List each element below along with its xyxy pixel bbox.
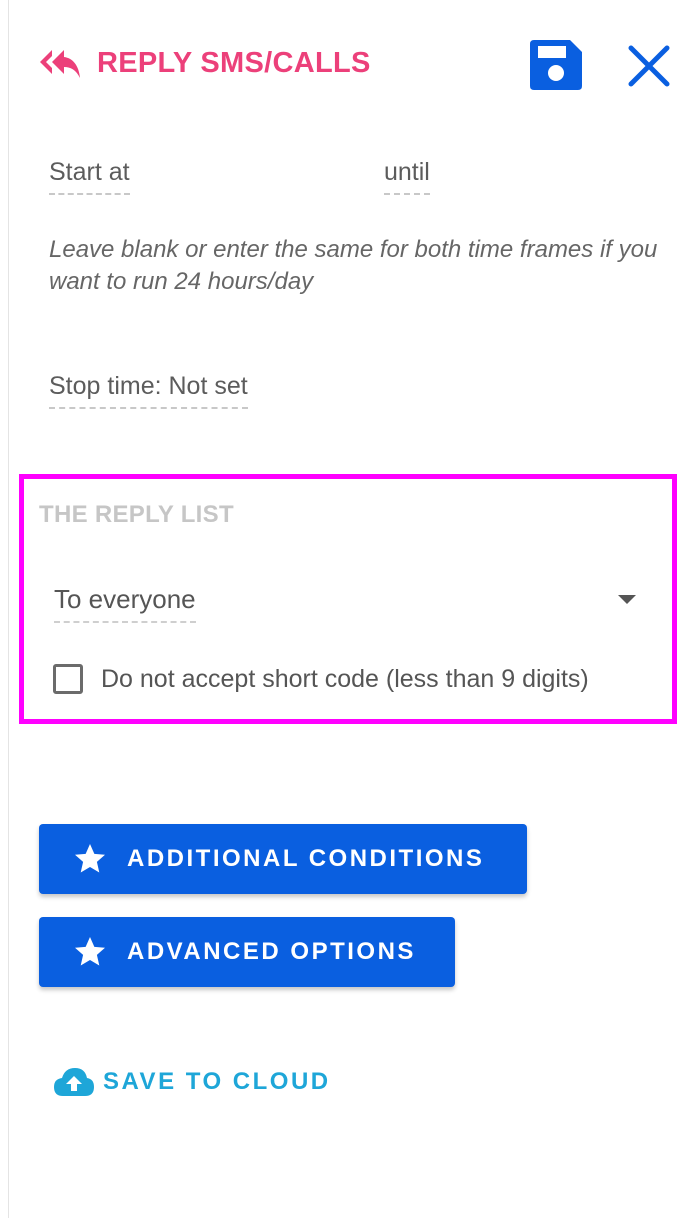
reply-all-icon[interactable]	[38, 44, 82, 84]
advanced-options-label: ADVANCED OPTIONS	[127, 938, 416, 965]
stop-time-field[interactable]: Stop time: Not set	[49, 372, 248, 409]
reply-list-title: THE REPLY LIST	[39, 501, 234, 528]
floppy-disk-icon[interactable]	[530, 40, 582, 90]
star-icon	[75, 844, 105, 873]
left-divider	[8, 0, 9, 1218]
chevron-down-icon[interactable]	[612, 589, 642, 609]
save-to-cloud-label: SAVE TO CLOUD	[103, 1068, 331, 1095]
until-time-field[interactable]: until	[384, 158, 430, 195]
short-code-checkbox-label[interactable]: Do not accept short code (less than 9 di…	[101, 665, 589, 694]
reply-list-dropdown[interactable]: To everyone	[54, 584, 196, 623]
start-time-field[interactable]: Start at	[49, 158, 130, 195]
advanced-options-button[interactable]: ADVANCED OPTIONS	[39, 917, 455, 987]
additional-conditions-label: ADDITIONAL CONDITIONS	[127, 845, 485, 872]
close-icon[interactable]	[626, 44, 672, 88]
star-icon	[75, 937, 105, 966]
additional-conditions-button[interactable]: ADDITIONAL CONDITIONS	[39, 824, 527, 894]
short-code-checkbox[interactable]	[53, 664, 83, 694]
cloud-upload-icon	[54, 1068, 94, 1096]
page-title: REPLY SMS/CALLS	[97, 47, 371, 79]
schedule-hint: Leave blank or enter the same for both t…	[49, 236, 658, 295]
save-to-cloud-link[interactable]: SAVE TO CLOUD	[53, 1066, 331, 1098]
